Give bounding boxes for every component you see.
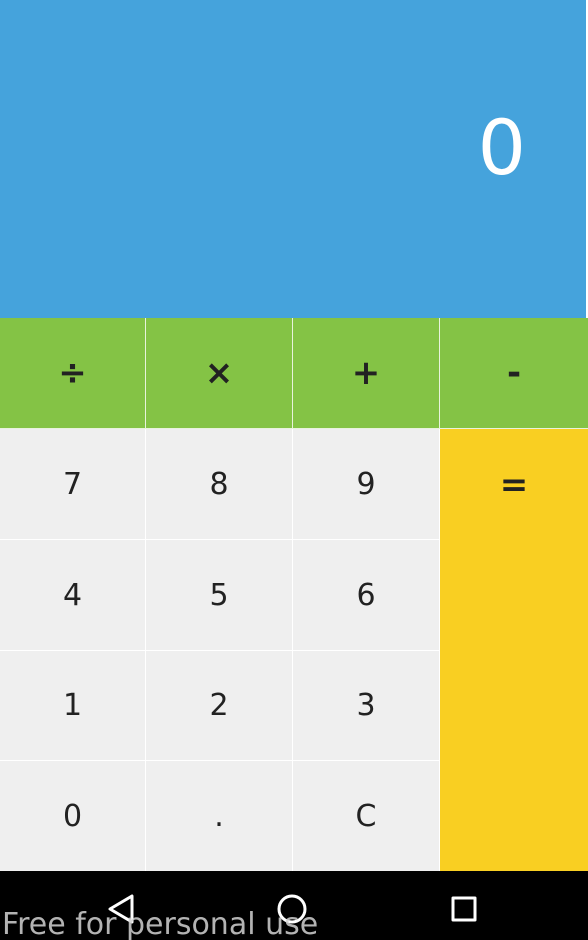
back-triangle-icon <box>108 894 134 924</box>
calculator-app: 0 ÷ × + - 7 8 9 4 5 6 1 2 3 0 . C = Free… <box>0 0 588 940</box>
key-9[interactable]: 9 <box>293 429 440 540</box>
result-display: 0 <box>0 0 588 318</box>
watermark-text: Free for personal use <box>2 907 319 940</box>
system-nav-bar: Free for personal use <box>0 871 588 940</box>
key-4[interactable]: 4 <box>0 540 146 651</box>
home-button[interactable] <box>274 891 310 927</box>
key-6[interactable]: 6 <box>293 540 440 651</box>
clear-button[interactable]: C <box>293 761 440 871</box>
key-2[interactable]: 2 <box>146 651 293 761</box>
add-button[interactable]: + <box>293 318 440 429</box>
recents-square-icon <box>451 896 477 922</box>
multiply-button[interactable]: × <box>146 318 293 429</box>
key-5[interactable]: 5 <box>146 540 293 651</box>
key-1[interactable]: 1 <box>0 651 146 761</box>
subtract-button[interactable]: - <box>440 318 588 429</box>
recents-button[interactable] <box>446 891 482 927</box>
decimal-button[interactable]: . <box>146 761 293 871</box>
divide-button[interactable]: ÷ <box>0 318 146 429</box>
display-value: 0 <box>477 103 526 192</box>
key-0[interactable]: 0 <box>0 761 146 871</box>
key-8[interactable]: 8 <box>146 429 293 540</box>
back-button[interactable] <box>103 891 139 927</box>
key-3[interactable]: 3 <box>293 651 440 761</box>
keypad: ÷ × + - 7 8 9 4 5 6 1 2 3 0 . C = <box>0 318 588 871</box>
home-circle-icon <box>277 894 307 924</box>
equals-button[interactable]: = <box>440 429 588 871</box>
key-7[interactable]: 7 <box>0 429 146 540</box>
